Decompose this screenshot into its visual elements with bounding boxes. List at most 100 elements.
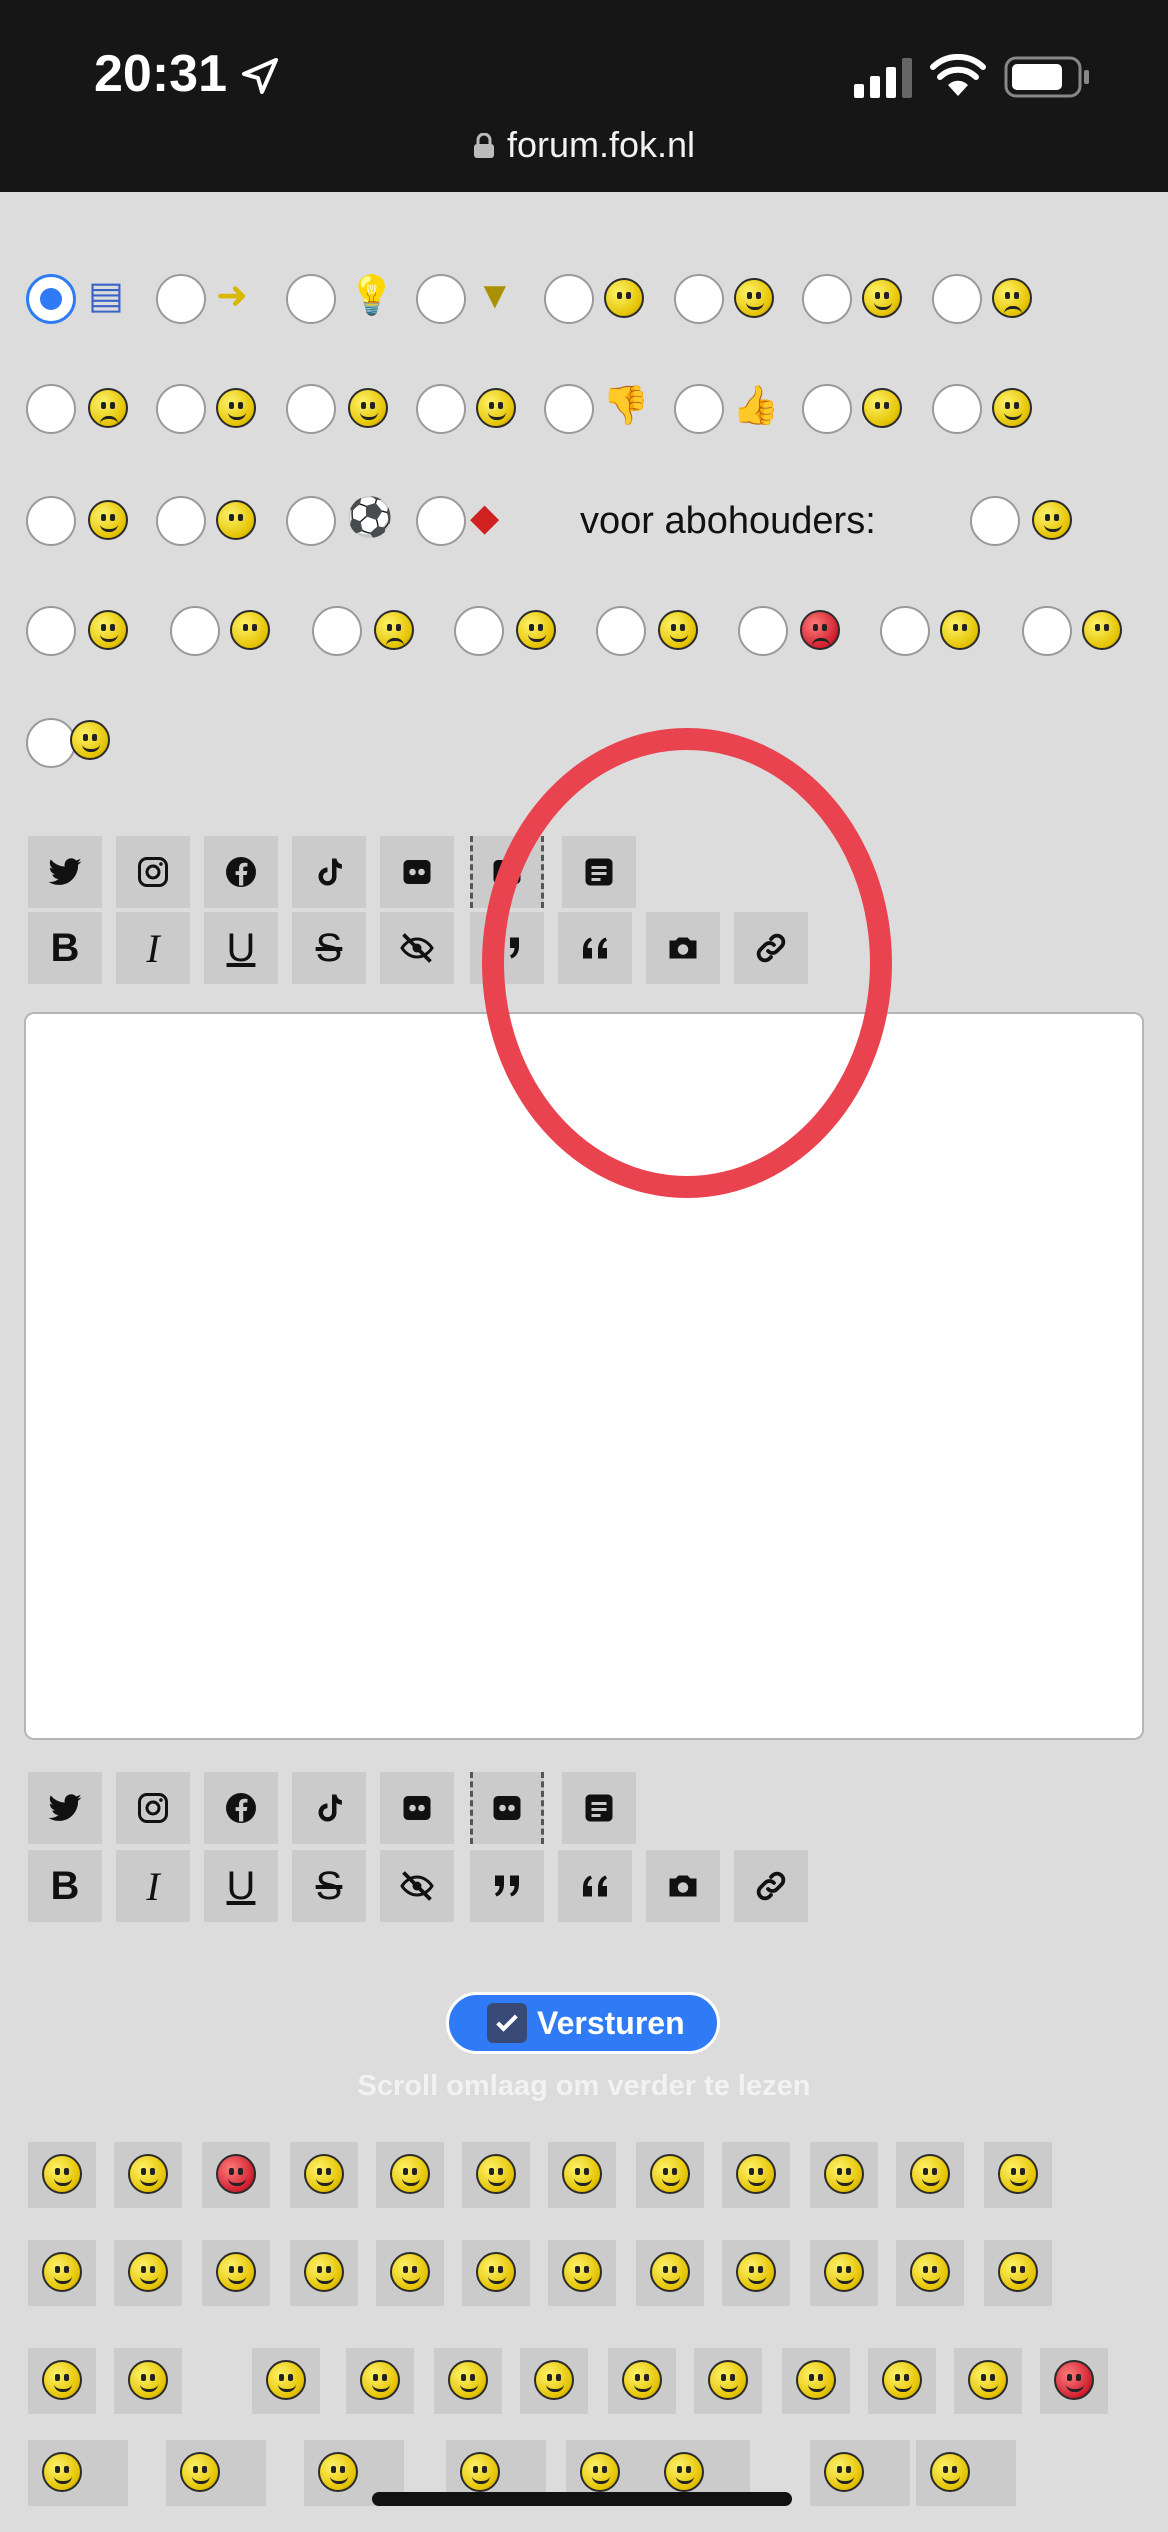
- icon-radio-angry[interactable]: [932, 274, 982, 324]
- icon-radio-smile[interactable]: [802, 274, 852, 324]
- icon-radio-sad[interactable]: [26, 384, 76, 434]
- smiley-insert-button[interactable]: [636, 2142, 704, 2208]
- smiley-insert-button[interactable]: [202, 2240, 270, 2306]
- quote-open-button[interactable]: [558, 912, 632, 984]
- icon-radio-shocked[interactable]: [286, 384, 336, 434]
- underline-button[interactable]: U: [204, 912, 278, 984]
- twitter-button[interactable]: [28, 836, 102, 908]
- icon-radio-abo-5[interactable]: [454, 606, 504, 656]
- flickr-button[interactable]: [380, 836, 454, 908]
- quote-close-button[interactable]: [470, 912, 544, 984]
- smiley-insert-button[interactable]: [462, 2240, 530, 2306]
- icon-radio-abo-10[interactable]: [26, 718, 76, 768]
- smiley-insert-button[interactable]: [114, 2142, 182, 2208]
- image-button[interactable]: [646, 1850, 720, 1922]
- smiley-insert-button[interactable]: [636, 2240, 704, 2306]
- strikethrough-button[interactable]: S: [292, 912, 366, 984]
- smiley-insert-button[interactable]: [376, 2240, 444, 2306]
- smiley-insert-button[interactable]: [984, 2240, 1052, 2306]
- icon-radio-abo-1[interactable]: [970, 496, 1020, 546]
- icon-radio-grin[interactable]: [156, 384, 206, 434]
- url-bar[interactable]: forum.fok.nl: [0, 124, 1168, 166]
- tiktok-button[interactable]: [292, 836, 366, 908]
- icon-radio-notes[interactable]: [26, 274, 76, 324]
- icon-radio-thumbs-up[interactable]: [674, 384, 724, 434]
- smiley-insert-button[interactable]: [290, 2240, 358, 2306]
- icon-radio-love[interactable]: [26, 496, 76, 546]
- italic-button[interactable]: I: [116, 912, 190, 984]
- smiley-insert-button[interactable]: [252, 2348, 320, 2414]
- flickr-alt-button[interactable]: [470, 836, 544, 908]
- bold-button[interactable]: B: [28, 912, 102, 984]
- instagram-button[interactable]: [116, 1772, 190, 1844]
- send-button[interactable]: Versturen: [446, 1992, 720, 2054]
- tiktok-button[interactable]: [292, 1772, 366, 1844]
- smiley-insert-button[interactable]: [722, 2240, 790, 2306]
- smiley-insert-button[interactable]: [782, 2348, 850, 2414]
- icon-radio-thumbs-down[interactable]: [544, 384, 594, 434]
- link-button[interactable]: [734, 1850, 808, 1922]
- icon-radio-abo-3[interactable]: [170, 606, 220, 656]
- instagram-button[interactable]: [116, 836, 190, 908]
- smiley-insert-button[interactable]: [722, 2142, 790, 2208]
- icon-radio-arrow[interactable]: [156, 274, 206, 324]
- spoiler-button[interactable]: [380, 912, 454, 984]
- icon-radio-wink[interactable]: [416, 384, 466, 434]
- icon-radio-abo-6[interactable]: [596, 606, 646, 656]
- icon-radio-neutral[interactable]: [802, 384, 852, 434]
- smiley-insert-button[interactable]: [868, 2348, 936, 2414]
- smiley-insert-button[interactable]: [520, 2348, 588, 2414]
- smiley-insert-button[interactable]: [202, 2142, 270, 2208]
- smiley-insert-button[interactable]: [1040, 2348, 1108, 2414]
- italic-button[interactable]: I: [116, 1850, 190, 1922]
- bold-button[interactable]: B: [28, 1850, 102, 1922]
- smiley-insert-button[interactable]: [896, 2142, 964, 2208]
- document-button[interactable]: [562, 1772, 636, 1844]
- smiley-insert-button[interactable]: [810, 2440, 910, 2506]
- flickr-alt-button[interactable]: [470, 1772, 544, 1844]
- smiley-insert-button[interactable]: [810, 2142, 878, 2208]
- spoiler-button[interactable]: [380, 1850, 454, 1922]
- icon-radio-abo-8[interactable]: [880, 606, 930, 656]
- link-button[interactable]: [734, 912, 808, 984]
- icon-radio-abo-9[interactable]: [1022, 606, 1072, 656]
- icon-radio-lightbulb[interactable]: [286, 274, 336, 324]
- quote-open-button[interactable]: [558, 1850, 632, 1922]
- smiley-insert-button[interactable]: [114, 2240, 182, 2306]
- smiley-insert-button[interactable]: [28, 2440, 128, 2506]
- smiley-insert-button[interactable]: [462, 2142, 530, 2208]
- smiley-insert-button[interactable]: [346, 2348, 414, 2414]
- smiley-insert-button[interactable]: [114, 2348, 182, 2414]
- underline-button[interactable]: U: [204, 1850, 278, 1922]
- smiley-insert-button[interactable]: [28, 2348, 96, 2414]
- smiley-insert-button[interactable]: [694, 2348, 762, 2414]
- icon-radio-abo-2[interactable]: [26, 606, 76, 656]
- smiley-insert-button[interactable]: [810, 2240, 878, 2306]
- facebook-button[interactable]: [204, 1772, 278, 1844]
- smiley-insert-button[interactable]: [376, 2142, 444, 2208]
- icon-radio-cool[interactable]: [674, 274, 724, 324]
- smiley-insert-button[interactable]: [548, 2142, 616, 2208]
- smiley-insert-button[interactable]: [290, 2142, 358, 2208]
- icon-radio-meh[interactable]: [156, 496, 206, 546]
- icon-radio-superman[interactable]: [416, 496, 466, 546]
- smiley-insert-button[interactable]: [954, 2348, 1022, 2414]
- smiley-insert-button[interactable]: [896, 2240, 964, 2306]
- image-button[interactable]: [646, 912, 720, 984]
- icon-radio-question[interactable]: [544, 274, 594, 324]
- smiley-insert-button[interactable]: [434, 2348, 502, 2414]
- message-textarea[interactable]: [24, 1012, 1144, 1740]
- icon-radio-abo-4[interactable]: [312, 606, 362, 656]
- twitter-button[interactable]: [28, 1772, 102, 1844]
- strikethrough-button[interactable]: S: [292, 1850, 366, 1922]
- icon-radio-tongue[interactable]: [932, 384, 982, 434]
- icon-radio-warning[interactable]: [416, 274, 466, 324]
- document-button[interactable]: [562, 836, 636, 908]
- icon-radio-soccer[interactable]: [286, 496, 336, 546]
- smiley-insert-button[interactable]: [166, 2440, 266, 2506]
- smiley-insert-button[interactable]: [28, 2240, 96, 2306]
- smiley-insert-button[interactable]: [28, 2142, 96, 2208]
- smiley-insert-button[interactable]: [916, 2440, 1016, 2506]
- smiley-insert-button[interactable]: [608, 2348, 676, 2414]
- icon-radio-abo-7[interactable]: [738, 606, 788, 656]
